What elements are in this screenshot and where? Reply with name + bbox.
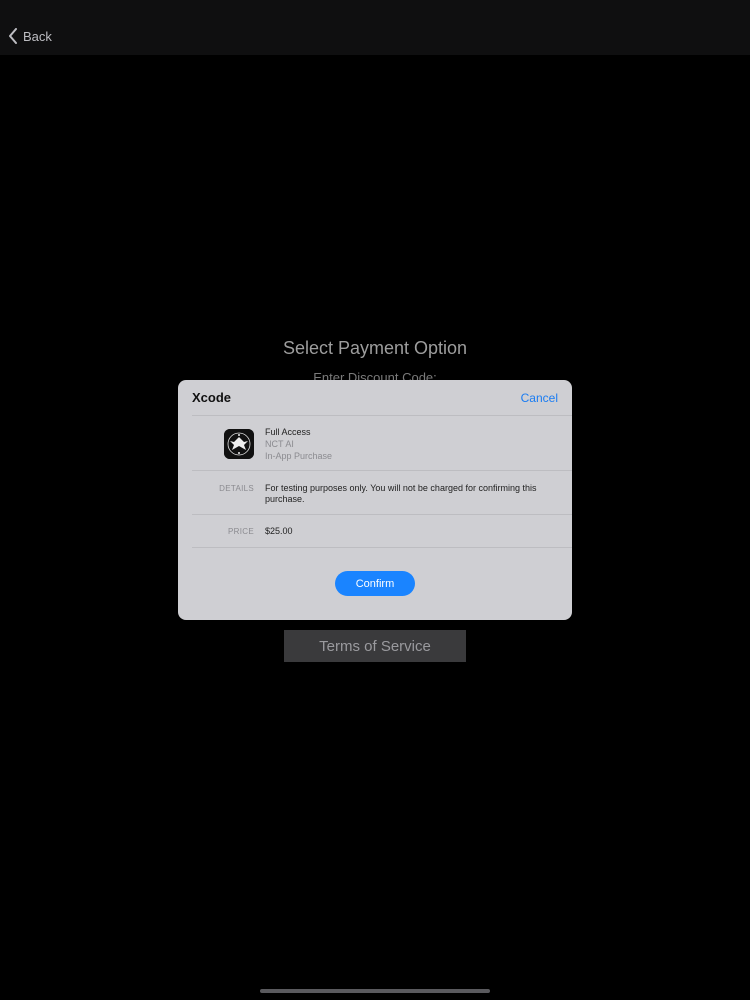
divider bbox=[192, 470, 572, 471]
home-indicator[interactable] bbox=[260, 989, 490, 993]
divider bbox=[192, 514, 572, 515]
price-label: PRICE bbox=[228, 527, 254, 536]
terms-of-service-button[interactable]: Terms of Service bbox=[284, 630, 466, 662]
product-developer: NCT AI bbox=[265, 439, 294, 449]
details-text: For testing purposes only. You will not … bbox=[265, 483, 537, 504]
page-title: Select Payment Option bbox=[282, 338, 468, 358]
app-icon bbox=[224, 429, 254, 459]
product-type: In-App Purchase bbox=[265, 451, 333, 461]
back-button[interactable]: Back bbox=[8, 24, 52, 48]
divider bbox=[192, 547, 572, 548]
product-name: Full Access bbox=[265, 427, 311, 437]
navigation-bar: Back bbox=[0, 0, 750, 55]
purchase-sheet: Xcode Cancel Full Access NCT AI In-App P… bbox=[178, 380, 572, 620]
divider bbox=[192, 415, 572, 416]
sheet-app-name: Xcode bbox=[192, 390, 232, 405]
cancel-button[interactable]: Cancel bbox=[521, 391, 558, 405]
chevron-left-icon bbox=[9, 28, 17, 44]
confirm-button[interactable]: Confirm bbox=[335, 571, 415, 596]
price-value: $25.00 bbox=[265, 526, 293, 536]
details-label: DETAILS bbox=[219, 484, 254, 493]
screen: Back Select Payment Option Enter Discoun… bbox=[0, 0, 750, 1000]
back-label: Back bbox=[23, 28, 52, 44]
sheet-header: Xcode Cancel bbox=[178, 380, 572, 415]
